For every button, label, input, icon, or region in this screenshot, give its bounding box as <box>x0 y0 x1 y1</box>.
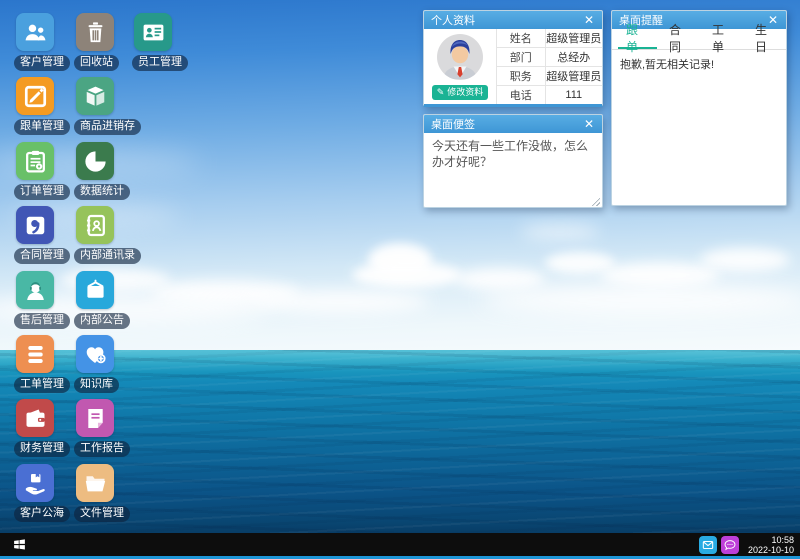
windows-logo-icon <box>12 537 27 552</box>
hand-box-icon <box>16 464 54 502</box>
desktop-icon-internal-announcement[interactable]: 内部公告 <box>74 271 144 329</box>
taskbar-clock[interactable]: 10:58 2022-10-10 <box>748 535 794 555</box>
profile-row-department: 部门 总经办 <box>497 47 603 66</box>
cloud <box>455 268 545 290</box>
edit-square-icon <box>16 77 54 115</box>
chat-icon[interactable] <box>721 536 739 554</box>
tab-work-order[interactable]: 工单 <box>704 29 743 49</box>
heart-plus-icon <box>76 335 114 373</box>
id-card-icon <box>134 13 172 51</box>
note-title: 桌面便签 <box>431 116 475 132</box>
cloud <box>480 285 800 315</box>
field-value: 总经办 <box>545 47 602 66</box>
list-bars-icon <box>16 335 54 373</box>
users-icon <box>16 13 54 51</box>
profile-left-column: ✎ 修改资料 <box>424 29 496 105</box>
desktop-icon-label: 客户管理 <box>14 55 70 71</box>
field-value: 111 <box>545 85 602 104</box>
edit-profile-button[interactable]: ✎ 修改资料 <box>432 85 489 100</box>
pie-chart-icon <box>76 142 114 180</box>
contacts-book-icon <box>76 206 114 244</box>
profile-body: ✎ 修改资料 姓名 超级管理员 部门 总经办 职务 超级管理员 电话 111 <box>424 29 602 105</box>
note-titlebar[interactable]: 桌面便签 ✕ <box>424 115 602 133</box>
tab-contract[interactable]: 合同 <box>661 29 700 49</box>
profile-panel: 个人资料 ✕ ✎ 修改资料 <box>423 10 603 107</box>
cloud <box>352 262 462 288</box>
edit-icon: ✎ <box>437 87 445 98</box>
desktop-icon-label: 订单管理 <box>14 184 70 200</box>
desktop-icon-label: 数据统计 <box>74 184 130 200</box>
cloud <box>250 290 430 314</box>
field-label: 姓名 <box>497 29 546 47</box>
contract-seal-icon <box>16 206 54 244</box>
system-tray: 10:58 2022-10-10 <box>699 535 794 555</box>
note-textarea[interactable]: 今天还有一些工作没做，怎么办才好呢？ <box>424 133 602 208</box>
profile-row-name: 姓名 超级管理员 <box>497 29 603 47</box>
reminder-tabs: 跟单 合同 工单 生日 <box>612 29 786 50</box>
desktop-icon-label: 内部公告 <box>74 313 130 329</box>
field-label: 职务 <box>497 66 546 85</box>
note-content: 今天还有一些工作没做，怎么办才好呢？ <box>432 139 588 169</box>
desktop-icon-knowledge-base[interactable]: 知识库 <box>74 335 144 393</box>
profile-row-position: 职务 超级管理员 <box>497 66 603 85</box>
desktop-icon-label: 财务管理 <box>14 441 70 457</box>
reminder-panel: 桌面提醒 ✕ 跟单 合同 工单 生日 抱歉,暂无相关记录! <box>611 10 787 206</box>
close-icon[interactable]: ✕ <box>583 118 595 130</box>
desktop-icon-label: 文件管理 <box>74 506 130 522</box>
field-label: 部门 <box>497 47 546 66</box>
desktop-icon-label: 内部通讯录 <box>74 248 141 264</box>
desktop-icon-label: 客户公海 <box>14 506 70 522</box>
tab-follow-up[interactable]: 跟单 <box>618 29 657 49</box>
profile-title: 个人资料 <box>431 12 475 28</box>
clock-time: 10:58 <box>748 535 794 545</box>
report-page-icon <box>76 399 114 437</box>
clock-date: 2022-10-10 <box>748 545 794 555</box>
support-agent-icon <box>16 271 54 309</box>
avatar <box>436 33 484 81</box>
field-label: 电话 <box>497 85 546 104</box>
cloud <box>700 248 790 272</box>
profile-titlebar[interactable]: 个人资料 ✕ <box>424 11 602 29</box>
edit-profile-label: 修改资料 <box>447 87 483 98</box>
taskbar: 10:58 2022-10-10 <box>0 533 800 556</box>
clipboard-gear-icon <box>16 142 54 180</box>
field-value: 超级管理员 <box>545 29 602 47</box>
desktop-icon-work-report[interactable]: 工作报告 <box>74 399 144 457</box>
cloud <box>520 225 600 239</box>
desktop-icon-label: 商品进销存 <box>74 119 141 135</box>
notice-board-icon <box>76 271 114 309</box>
open-box-icon <box>76 77 114 115</box>
trash-icon <box>76 13 114 51</box>
desktop-icon-label: 知识库 <box>74 377 119 393</box>
start-button[interactable] <box>10 536 28 554</box>
desktop-icon-label: 售后管理 <box>14 313 70 329</box>
desktop-icon-label: 跟单管理 <box>14 119 70 135</box>
wallet-icon <box>16 399 54 437</box>
note-panel: 桌面便签 ✕ 今天还有一些工作没做，怎么办才好呢？ <box>423 114 603 208</box>
desktop-icon-label: 回收站 <box>74 55 119 71</box>
desktop-icon-internal-contacts[interactable]: 内部通讯录 <box>74 206 144 264</box>
profile-table: 姓名 超级管理员 部门 总经办 职务 超级管理员 电话 111 <box>496 29 602 105</box>
desktop-icon-file-management[interactable]: 文件管理 <box>74 464 144 522</box>
tab-birthday[interactable]: 生日 <box>747 29 786 49</box>
desktop-icon-label: 工单管理 <box>14 377 70 393</box>
resize-handle-icon[interactable] <box>590 196 600 206</box>
close-icon[interactable]: ✕ <box>583 14 595 26</box>
desktop-icon-label: 合同管理 <box>14 248 70 264</box>
desktop-icon-label: 员工管理 <box>132 55 188 71</box>
desktop-icon-employee-management[interactable]: 员工管理 <box>132 13 202 71</box>
field-value: 超级管理员 <box>545 66 602 85</box>
desktop-icon-label: 工作报告 <box>74 441 130 457</box>
desktop-icon-data-statistics[interactable]: 数据统计 <box>74 142 144 200</box>
open-folder-icon <box>76 464 114 502</box>
profile-row-phone: 电话 111 <box>497 85 603 104</box>
desktop-icon-inventory[interactable]: 商品进销存 <box>74 77 144 135</box>
mail-icon[interactable] <box>699 536 717 554</box>
